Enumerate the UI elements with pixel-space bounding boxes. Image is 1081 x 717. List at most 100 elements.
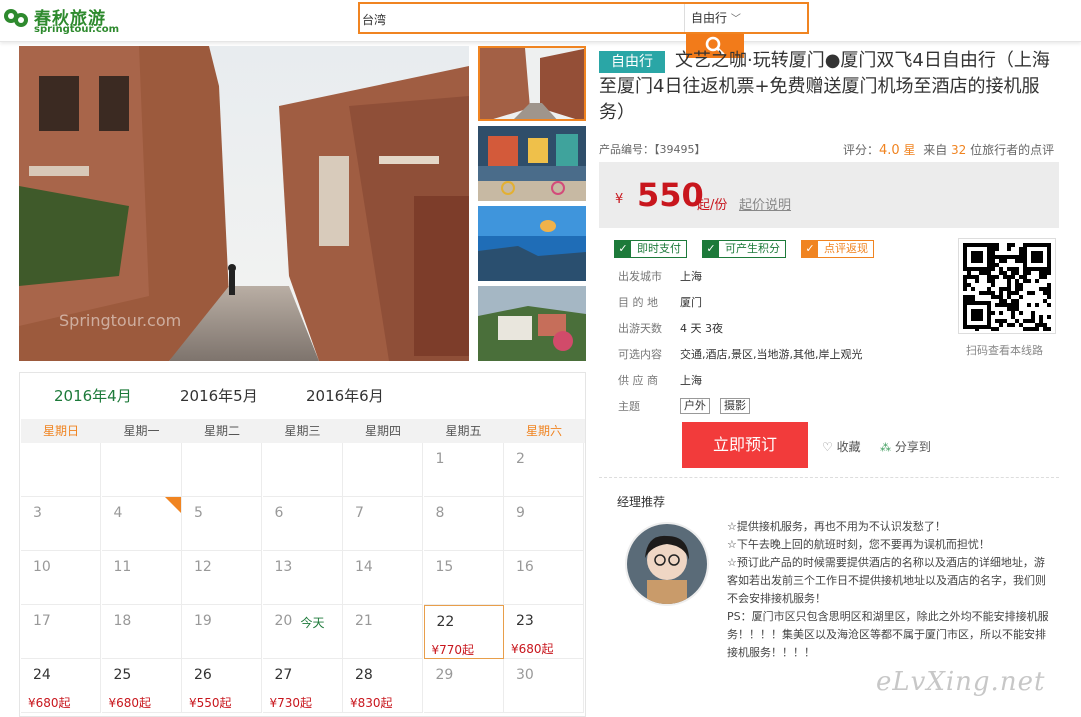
day-number: 8 (435, 505, 445, 521)
share-button[interactable]: ⁂ 分享到 (880, 438, 931, 455)
top-header: 春秋旅游 springtour.com 自由行 ﹀ (0, 0, 1081, 42)
day-number: 5 (194, 505, 203, 521)
day-number: 7 (355, 505, 364, 521)
calendar-day-cell: 4 (101, 497, 182, 551)
product-type-badge: 自由行 (599, 51, 665, 73)
calendar-day-cell[interactable]: 23 ¥680起 (504, 605, 584, 659)
day-number: 21 (355, 613, 373, 629)
tab-month-1[interactable]: 2016年4月 (54, 385, 132, 406)
calendar-day-cell: 5 (182, 497, 262, 551)
site-logo[interactable]: 春秋旅游 springtour.com (0, 2, 119, 36)
calendar-day-cell[interactable]: 24 ¥680起 (21, 659, 101, 713)
rating-unit: 星 (903, 143, 916, 157)
calendar-day-cell[interactable]: 26 ¥550起 (182, 659, 262, 713)
day-number: 3 (33, 505, 42, 521)
favorite-label: 收藏 (836, 440, 861, 454)
calendar-day-cell[interactable]: 28 ¥830起 (343, 659, 423, 713)
theme-tag-outdoor[interactable]: 户外 (680, 398, 710, 414)
detail-value-destination: 厦门 (680, 296, 702, 309)
day-number: 16 (516, 559, 534, 575)
detail-label-departure: 出发城市 (618, 270, 662, 283)
calendar-day-cell: 13 (262, 551, 343, 605)
tab-month-2[interactable]: 2016年5月 (180, 385, 258, 406)
detail-label-theme: 主题 (618, 400, 640, 413)
rating-value: 4.0 (879, 143, 900, 158)
favorite-button[interactable]: ♡ 收藏 (822, 438, 861, 455)
calendar-day-cell: 16 (504, 551, 584, 605)
calendar-day-cell (21, 443, 101, 497)
calendar-day-cell: 8 (423, 497, 504, 551)
heart-icon: ♡ (822, 440, 833, 454)
day-number: 25 (113, 667, 132, 683)
day-price: ¥730起 (269, 696, 313, 710)
share-label: 分享到 (894, 440, 931, 454)
day-number: 17 (33, 613, 51, 629)
recommend-line: ☆提供接机服务，再也不用为不认识发愁了！ (727, 520, 946, 533)
feature-label: 即时支付 (637, 242, 681, 255)
calendar-day-cell: 9 (504, 497, 584, 551)
search-input[interactable] (362, 8, 680, 30)
day-price: ¥830起 (350, 696, 393, 710)
calendar-day-cell: 6 (262, 497, 343, 551)
price-value: 550 (637, 176, 704, 214)
day-price: ¥680起 (108, 696, 152, 710)
recommend-line: ☆预订此产品的时候需要提供酒店的名称以及酒店的详细地址，游客如若出发前三个工作日… (727, 556, 1046, 605)
price-box: ¥ 550 起/份 起价说明 (599, 162, 1059, 228)
reviews-count[interactable]: 32 (951, 143, 966, 157)
day-number: 6 (274, 505, 284, 521)
weekday-header: 星期日 星期一 星期二 星期三 星期四 星期五 星期六 (21, 419, 585, 443)
calendar-day-cell: 7 (343, 497, 423, 551)
calendar-day-cell: 18 (101, 605, 182, 659)
calendar-day-cell[interactable]: 25 ¥680起 (101, 659, 182, 713)
day-number: 13 (274, 559, 293, 575)
search-bar: 自由行 ﹀ (358, 2, 809, 34)
day-number: 9 (516, 505, 525, 521)
calendar-day-cell: 14 (343, 551, 423, 605)
detail-value-days: 4 天 3夜 (680, 322, 723, 335)
today-label: 今天 (300, 616, 325, 630)
detail-label-options: 可选内容 (618, 348, 662, 361)
theme-tag-photography[interactable]: 摄影 (720, 398, 750, 414)
calendar-day-cell (262, 443, 343, 497)
calendar-day-cell (343, 443, 423, 497)
day-number: 24 (33, 667, 51, 683)
book-now-button[interactable]: 立即预订 (682, 422, 808, 468)
logo-domain: springtour.com (34, 24, 120, 35)
manager-recommend-text: ☆提供接机服务，再也不用为不认识发愁了！ ☆下午去晚上回的航班时刻，您不要再为误… (727, 518, 1055, 662)
thumbnail-4[interactable] (478, 286, 586, 361)
thumbnail-2[interactable] (478, 126, 586, 201)
day-price: ¥680起 (28, 696, 71, 710)
day-price: ¥550起 (189, 696, 232, 710)
qr-code (958, 238, 1056, 334)
calendar-day-cell[interactable]: 22 ¥770起 (423, 605, 504, 659)
search-type-select[interactable]: 自由行 ﹀ (684, 4, 807, 32)
calendar-day-cell: 30 (504, 659, 584, 713)
detail-value-options: 交通,酒店,景区,当地游,其他,岸上观光 (680, 348, 863, 361)
calendar-day-cell: 1 (423, 443, 504, 497)
product-id: 产品编号：【39495】 (599, 143, 706, 156)
weekday-label: 星期四 (364, 424, 401, 438)
logo-mark-icon (4, 9, 28, 27)
main-photo: Springtour.com (19, 46, 469, 361)
calendar-day-cell: 20 今天 (262, 605, 343, 659)
qr-label: 扫码查看本线路 (966, 344, 1043, 357)
feature-cashback: ✓ 点评返现 (801, 240, 874, 258)
day-number: 20 (274, 613, 293, 629)
calendar-day-cell (182, 443, 262, 497)
price-unit: 起/份 (697, 198, 728, 213)
tab-month-3[interactable]: 2016年6月 (306, 385, 384, 406)
thumbnail-3[interactable] (478, 206, 586, 281)
section-divider (599, 477, 1059, 478)
price-note-link[interactable]: 起价说明 (739, 194, 791, 213)
check-icon: ✓ (615, 241, 631, 257)
day-number: 18 (113, 613, 132, 629)
departure-calendar: 2016年4月 2016年5月 2016年6月 星期日 星期一 星期二 星期三 星期四星… (19, 372, 586, 717)
reviews-prefix: 来自 (923, 143, 948, 157)
day-number: 30 (516, 667, 534, 683)
calendar-day-cell: 15 (423, 551, 504, 605)
thumbnail-1[interactable] (478, 46, 586, 121)
feature-points: ✓ 可产生积分 (702, 240, 786, 258)
calendar-day-cell: 29 (423, 659, 504, 713)
svg-text:Springtour.com: Springtour.com (59, 311, 181, 330)
calendar-day-cell[interactable]: 27 ¥730起 (262, 659, 343, 713)
